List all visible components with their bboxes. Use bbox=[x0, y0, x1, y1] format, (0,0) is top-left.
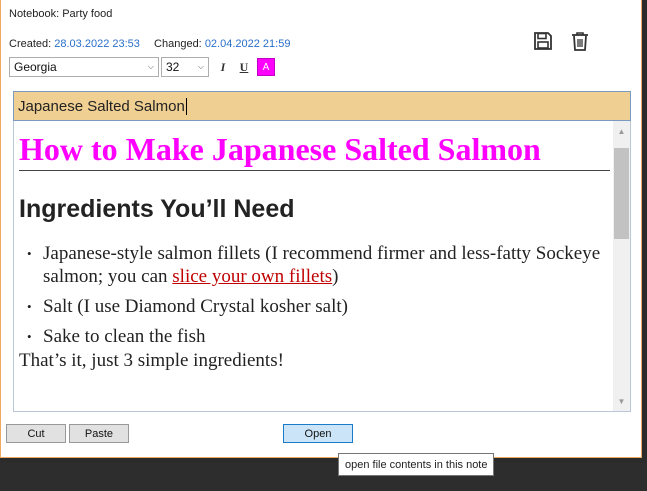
trash-icon bbox=[572, 31, 588, 51]
open-tooltip: open file contents in this note bbox=[338, 453, 495, 476]
font-family-value: Georgia bbox=[14, 60, 57, 74]
font-size-select[interactable]: 32 ⌵ bbox=[161, 57, 209, 77]
created-label: Created: bbox=[9, 38, 52, 50]
note-title-input[interactable]: Japanese Salted Salmon bbox=[13, 91, 631, 121]
list-item: Japanese-style salmon fillets (I recomme… bbox=[27, 242, 610, 288]
scroll-down-icon[interactable]: ▼ bbox=[613, 393, 630, 409]
note-content: How to Make Japanese Salted Salmon Ingre… bbox=[19, 131, 610, 372]
save-button[interactable] bbox=[532, 30, 554, 52]
editor-scrollbar[interactable]: ▲ ▼ bbox=[613, 121, 630, 411]
font-family-select[interactable]: Georgia ⌵ bbox=[9, 57, 159, 77]
note-title-value: Japanese Salted Salmon bbox=[18, 97, 185, 115]
note-meta: Created: 28.03.2022 23:53 Changed: 02.04… bbox=[9, 38, 290, 50]
note-heading: How to Make Japanese Salted Salmon bbox=[19, 131, 610, 171]
note-window: Notebook: Party food Created: 28.03.2022… bbox=[0, 0, 642, 458]
paste-button[interactable]: Paste bbox=[69, 424, 129, 443]
format-toolbar: Georgia ⌵ 32 ⌵ I U A bbox=[9, 57, 275, 77]
taskbar bbox=[0, 463, 647, 491]
scroll-up-icon[interactable]: ▲ bbox=[613, 123, 630, 139]
scroll-thumb[interactable] bbox=[614, 148, 629, 239]
slice-fillets-link[interactable]: slice your own fillets bbox=[172, 266, 332, 287]
list-item: Sake to clean the fish bbox=[27, 325, 610, 348]
changed-value: 02.04.2022 21:59 bbox=[204, 38, 291, 50]
open-button[interactable]: Open bbox=[283, 424, 353, 443]
font-size-value: 32 bbox=[166, 60, 180, 74]
italic-button[interactable]: I bbox=[214, 58, 232, 76]
note-footer-text: That’s it, just 3 simple ingredients! bbox=[19, 350, 284, 371]
chevron-down-icon: ⌵ bbox=[147, 62, 154, 71]
delete-button[interactable] bbox=[569, 30, 591, 52]
cut-button[interactable]: Cut bbox=[6, 424, 66, 443]
notebook-label: Notebook: Party food bbox=[9, 8, 113, 20]
note-subheading: Ingredients You’ll Need bbox=[19, 195, 295, 223]
text-caret bbox=[185, 97, 187, 115]
save-icon bbox=[534, 32, 552, 50]
text-color-button[interactable]: A bbox=[257, 58, 275, 76]
ingredient-list: Japanese-style salmon fillets (I recomme… bbox=[19, 242, 610, 348]
underline-button[interactable]: U bbox=[235, 58, 253, 76]
changed-label: Changed: bbox=[154, 38, 202, 50]
list-item-text: ) bbox=[332, 266, 339, 287]
note-editor[interactable]: How to Make Japanese Salted Salmon Ingre… bbox=[13, 121, 631, 412]
created-value: 28.03.2022 23:53 bbox=[54, 38, 140, 50]
list-item: Salt (I use Diamond Crystal kosher salt) bbox=[27, 295, 610, 318]
chevron-down-icon: ⌵ bbox=[197, 62, 204, 71]
